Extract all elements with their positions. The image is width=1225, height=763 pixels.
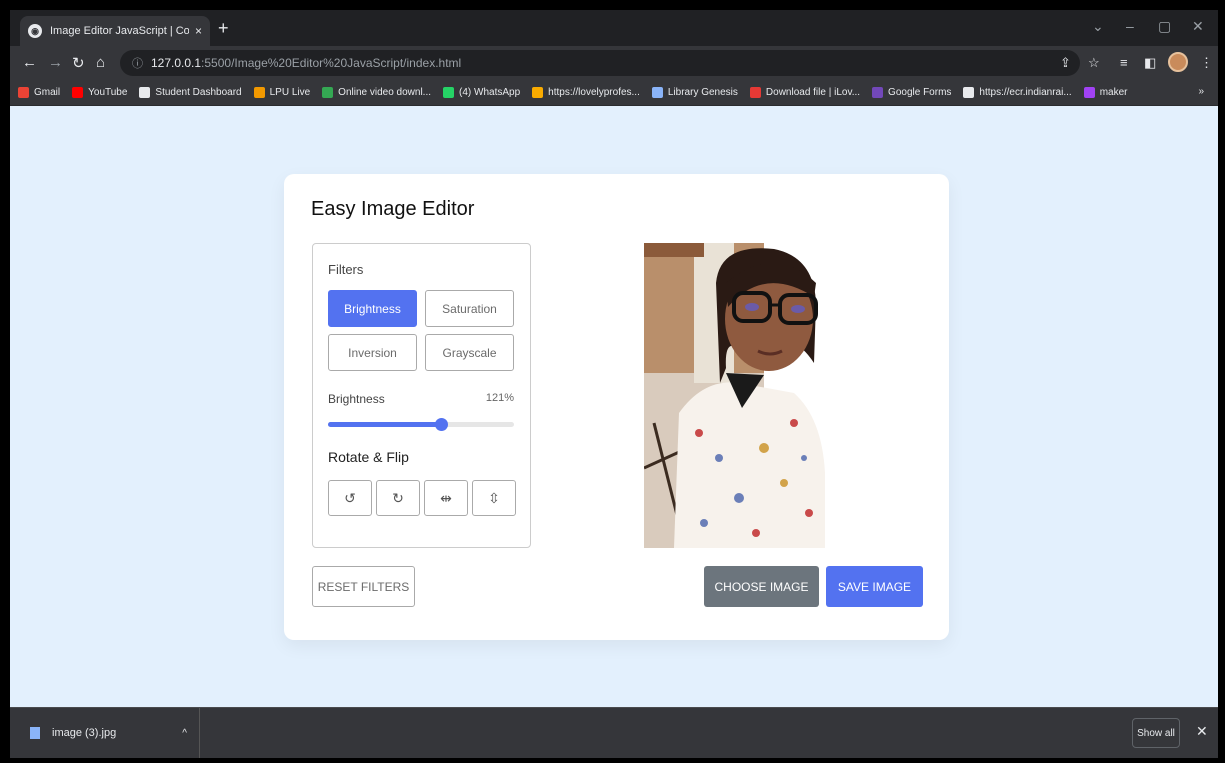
page-viewport: Easy Image Editor Filters Brightness Sat… [10,106,1218,707]
reading-list-icon[interactable]: ≡ [1120,55,1128,70]
bookmark-icon [749,87,761,98]
slider-name: Brightness [328,392,385,406]
rotate-left-icon: ↺ [344,489,356,506]
browser-tab[interactable]: ◉ Image Editor JavaScript | Coding × [20,16,210,46]
bookmark-label: Online video downl... [338,87,432,98]
bookmark-item[interactable]: Student Dashboard [139,87,242,98]
flip-vertical-button[interactable]: ⇳ [472,480,516,516]
bookmark-label: Google Forms [888,87,952,98]
bookmark-item[interactable]: https://ecr.indianrai... [963,87,1072,98]
bookmark-item[interactable]: Gmail [18,87,60,98]
globe-icon: ◉ [28,24,42,38]
minimize-button[interactable]: – [1126,18,1134,34]
bookmark-label: Gmail [34,87,61,98]
bookmarks-overflow-icon[interactable]: » [1198,86,1204,97]
close-tab-icon[interactable]: × [195,24,202,38]
bookmark-label: https://ecr.indianrai... [979,87,1072,98]
download-item[interactable]: image (3).jpg ^ [20,708,200,758]
maximize-button[interactable]: ▢ [1158,18,1171,35]
flip-horizontal-button[interactable]: ⇹ [424,480,468,516]
bookmark-icon [72,87,84,98]
brightness-slider[interactable] [328,418,514,431]
bookmark-label: YouTube [88,87,128,98]
close-shelf-icon[interactable]: ✕ [1196,723,1208,740]
reset-filters-button[interactable]: RESET FILTERS [312,566,415,607]
controls-panel: Filters Brightness Saturation Inversion … [312,243,531,548]
bookmark-item[interactable]: YouTube [72,87,127,98]
address-bar[interactable]: ⓘ 127.0.0.1:5500/Image%20Editor%20JavaSc… [120,50,1080,76]
filter-saturation-button[interactable]: Saturation [425,290,514,327]
show-all-button[interactable]: Show all [1132,718,1180,748]
page-title: Easy Image Editor [311,198,475,220]
bookmark-icon [963,87,975,98]
bookmark-label: Download file | iLov... [765,87,861,98]
bookmark-icon [253,87,265,98]
save-image-button[interactable]: SAVE IMAGE [826,566,923,607]
forward-arrow-icon[interactable]: → [48,54,63,71]
reload-icon[interactable]: ↻ [72,54,85,72]
slider-value: 121% [485,392,514,404]
preview-image [644,243,825,548]
side-panel-icon[interactable]: ◧ [1144,55,1156,71]
bookmark-item[interactable]: maker [1083,87,1128,98]
bookmark-icon [139,87,151,98]
bookmark-item[interactable]: (4) WhatsApp [443,87,520,98]
slider-fill [328,422,441,427]
filter-grayscale-button[interactable]: Grayscale [425,334,514,371]
chevron-up-icon[interactable]: ^ [182,728,187,739]
bookmark-icon [443,87,455,98]
tab-search-icon[interactable]: ⌄ [1092,18,1104,35]
bookmark-item[interactable]: https://lovelyprofes... [532,87,640,98]
browser-toolbar: ← → ↻ ⌂ ⓘ 127.0.0.1:5500/Image%20Editor%… [10,46,1218,80]
file-icon [30,727,40,739]
bookmark-item[interactable]: Library Genesis [651,87,738,98]
url-host: 127.0.0.1 [151,56,202,70]
rotate-right-button[interactable]: ↻ [376,480,420,516]
bookmark-label: Student Dashboard [155,87,242,98]
bookmark-item[interactable]: LPU Live [253,87,311,98]
close-window-button[interactable]: ✕ [1192,18,1204,35]
bookmark-label: LPU Live [269,87,311,98]
download-shelf: image (3).jpg ^ Show all ✕ [10,707,1218,758]
url-path: :5500/Image%20Editor%20JavaScript/index.… [201,56,462,70]
back-arrow-icon[interactable]: ← [22,54,37,71]
profile-avatar[interactable] [1168,52,1188,72]
bookmarks-bar: Gmail YouTube Student Dashboard LPU Live Onl… [10,80,1218,106]
flip-horizontal-icon: ⇹ [440,489,452,506]
editor-card: Easy Image Editor Filters Brightness Sat… [284,174,949,640]
tab-strip: ◉ Image Editor JavaScript | Coding × + ⌄… [10,10,1218,46]
download-filename: image (3).jpg [52,727,117,739]
bookmark-label: (4) WhatsApp [459,87,521,98]
bookmark-label: maker [1099,87,1128,98]
bookmark-item[interactable]: Download file | iLov... [749,87,861,98]
flip-vertical-icon: ⇳ [488,489,500,506]
menu-icon[interactable]: ⋮ [1200,55,1213,71]
bookmark-item[interactable]: Google Forms [872,87,951,98]
share-icon[interactable]: ⇪ [1060,55,1071,71]
filter-inversion-button[interactable]: Inversion [328,334,417,371]
slider-thumb[interactable] [434,418,448,431]
bookmark-icon [18,87,29,98]
browser-window: ◉ Image Editor JavaScript | Coding × + ⌄… [10,10,1218,758]
filter-brightness-button[interactable]: Brightness [328,290,417,327]
rotate-left-button[interactable]: ↺ [328,480,372,516]
bookmark-star-icon[interactable]: ☆ [1088,55,1100,71]
bookmark-icon [532,87,544,98]
bookmark-icon [651,87,663,98]
bookmark-icon [872,87,884,98]
bookmark-item[interactable]: Online video downl... [322,87,431,98]
rotate-flip-label: Rotate & Flip [328,449,409,465]
filters-label: Filters [328,262,364,277]
rotate-right-icon: ↻ [392,489,404,506]
bookmark-label: https://lovelyprofes... [548,87,640,98]
new-tab-button[interactable]: + [218,18,229,39]
portrait-photo [644,243,825,548]
bookmark-icon [322,87,334,98]
home-icon[interactable]: ⌂ [96,54,105,71]
bookmark-icon [1083,87,1095,98]
site-info-icon[interactable]: ⓘ [132,55,143,71]
tab-title: Image Editor JavaScript | Coding [50,25,189,37]
choose-image-button[interactable]: CHOOSE IMAGE [704,566,819,607]
bookmark-label: Library Genesis [667,87,738,98]
